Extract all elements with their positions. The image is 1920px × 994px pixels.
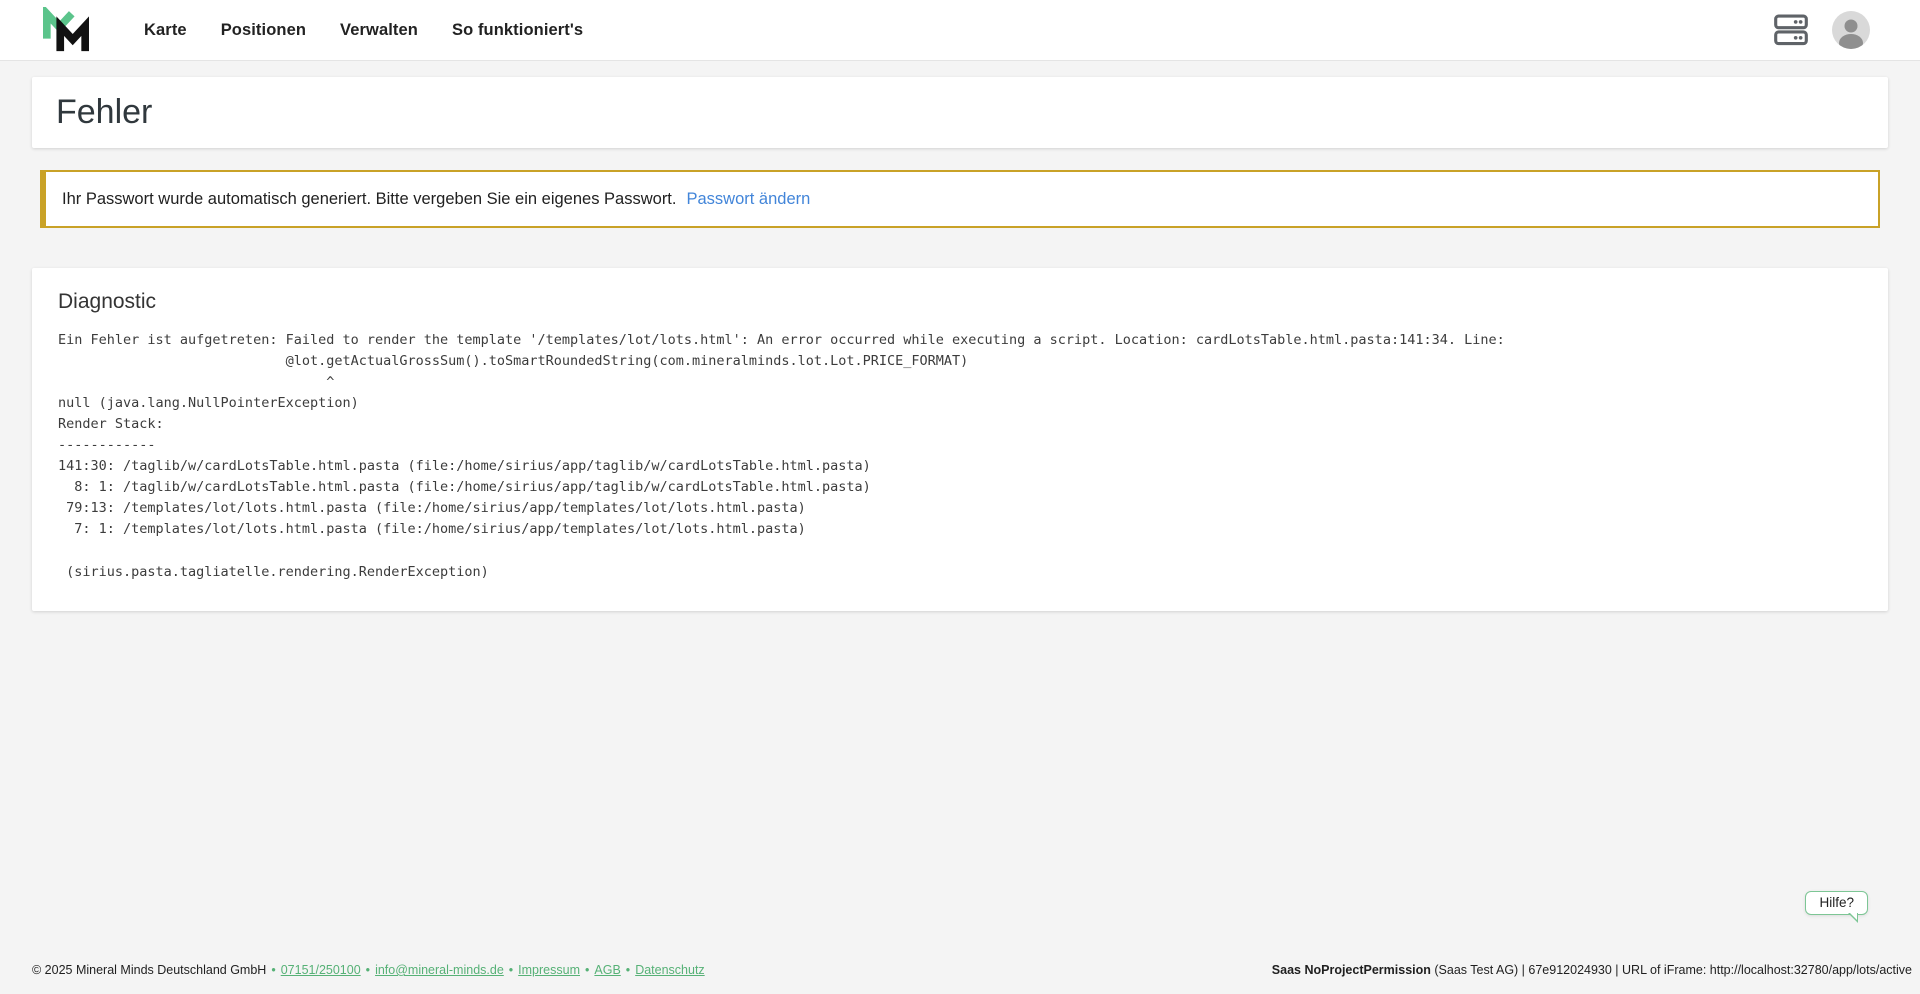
header-actions <box>1774 11 1870 49</box>
footer-link-phone[interactable]: 07151/250100 <box>281 963 361 977</box>
footer-separator: • <box>509 963 513 977</box>
footer-separator: • <box>271 963 275 977</box>
server-icon[interactable] <box>1774 14 1808 46</box>
saas-status-text: (Saas Test AG) | 67e912024930 | URL of i… <box>1431 963 1912 977</box>
footer-link-email[interactable]: info@mineral-minds.de <box>375 963 504 977</box>
footer-link-impressum[interactable]: Impressum <box>518 963 580 977</box>
saas-permission-label: Saas NoProjectPermission <box>1272 963 1431 977</box>
footer-separator: • <box>585 963 589 977</box>
nav-item-so-funktionierts[interactable]: So funktioniert's <box>452 21 583 40</box>
help-button[interactable]: Hilfe? <box>1805 891 1868 915</box>
nav-item-verwalten[interactable]: Verwalten <box>340 21 418 40</box>
diagnostic-title: Diagnostic <box>58 290 1864 314</box>
diagnostic-log: Ein Fehler ist aufgetreten: Failed to re… <box>58 330 1864 583</box>
footer-link-agb[interactable]: AGB <box>594 963 620 977</box>
diagnostic-card: Diagnostic Ein Fehler ist aufgetreten: F… <box>32 268 1888 611</box>
footer-separator: • <box>626 963 630 977</box>
footer-separator: • <box>366 963 370 977</box>
page-title: Fehler <box>56 93 152 132</box>
top-navbar: Karte Positionen Verwalten So funktionie… <box>0 0 1920 61</box>
change-password-link[interactable]: Passwort ändern <box>686 190 810 209</box>
user-avatar-icon[interactable] <box>1832 11 1870 49</box>
copyright-text: © 2025 Mineral Minds Deutschland GmbH <box>32 963 266 977</box>
footer-left: © 2025 Mineral Minds Deutschland GmbH • 07… <box>32 963 705 977</box>
mineral-minds-logo-icon[interactable] <box>40 7 92 53</box>
main-nav: Karte Positionen Verwalten So funktionie… <box>144 21 583 40</box>
page-title-card: Fehler <box>32 77 1888 148</box>
password-warning-banner: Ihr Passwort wurde automatisch generiert… <box>40 170 1880 228</box>
nav-item-positionen[interactable]: Positionen <box>221 21 306 40</box>
footer-status: Saas NoProjectPermission (Saas Test AG) … <box>1272 963 1912 977</box>
nav-item-karte[interactable]: Karte <box>144 21 187 40</box>
warning-message: Ihr Passwort wurde automatisch generiert… <box>62 190 676 209</box>
footer-link-datenschutz[interactable]: Datenschutz <box>635 963 704 977</box>
footer: © 2025 Mineral Minds Deutschland GmbH • 07… <box>0 952 1920 994</box>
